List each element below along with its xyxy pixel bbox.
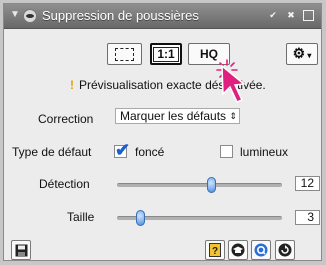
correction-label: Correction — [38, 112, 94, 126]
save-icon — [15, 244, 27, 257]
apply-check-icon[interactable]: ✔ — [267, 9, 279, 22]
detection-slider[interactable] — [117, 177, 282, 193]
detection-label: Détection — [39, 177, 90, 191]
dark-defect-label[interactable]: foncé — [135, 145, 164, 159]
one-to-one-label: 1:1 — [153, 47, 179, 62]
svg-text:?: ? — [212, 246, 218, 257]
pointer-cursor-icon — [221, 64, 246, 103]
correction-select[interactable]: Marquer les défauts ⇕ — [115, 108, 240, 124]
size-slider[interactable] — [117, 210, 282, 226]
help-button[interactable]: ? — [205, 240, 225, 260]
size-slider-thumb[interactable] — [136, 210, 145, 226]
warning-icon: ! — [70, 78, 74, 92]
reset-button[interactable] — [275, 240, 295, 260]
detection-slider-thumb[interactable] — [207, 177, 216, 193]
collapse-triangle-icon[interactable]: ▼ — [10, 9, 20, 20]
dust-removal-panel: ▼ Suppression de poussières ✔ ✖ 1:1 HQ ⚙… — [3, 3, 322, 261]
light-defect-label[interactable]: lumineux — [240, 145, 288, 159]
help-icon: ? — [209, 243, 221, 257]
window-title: Suppression de poussières — [42, 8, 199, 23]
save-button[interactable] — [11, 240, 31, 260]
detection-value-field[interactable]: 12 — [295, 176, 320, 191]
preview-frame-button[interactable] — [107, 43, 142, 65]
defect-type-label: Type de défaut — [12, 145, 92, 159]
dark-defect-checkbox[interactable]: ✔ — [114, 140, 130, 160]
close-icon[interactable]: ✖ — [285, 9, 297, 22]
eye-icon[interactable] — [23, 9, 37, 23]
title-bar[interactable]: ▼ Suppression de poussières ✔ ✖ — [4, 4, 321, 29]
preview-frame-icon — [115, 48, 134, 61]
reset-icon — [278, 243, 292, 257]
options-button[interactable]: ⚙ ▾ — [286, 43, 318, 65]
quality-icon — [254, 243, 268, 257]
learn-button[interactable] — [228, 240, 248, 260]
correction-selected-value: Marquer les défauts — [120, 109, 227, 123]
select-arrows-icon: ⇕ — [229, 111, 237, 121]
one-to-one-button[interactable]: 1:1 — [150, 43, 182, 65]
checkmark-icon: ✔ — [115, 140, 131, 160]
size-label: Taille — [67, 210, 95, 224]
size-value-field[interactable]: 3 — [295, 210, 320, 225]
light-defect-checkbox[interactable] — [220, 145, 233, 158]
panel-menu-icon[interactable] — [302, 9, 314, 22]
graduation-cap-icon — [231, 243, 245, 257]
quality-button[interactable] — [251, 240, 271, 260]
gear-icon: ⚙ — [292, 45, 306, 61]
